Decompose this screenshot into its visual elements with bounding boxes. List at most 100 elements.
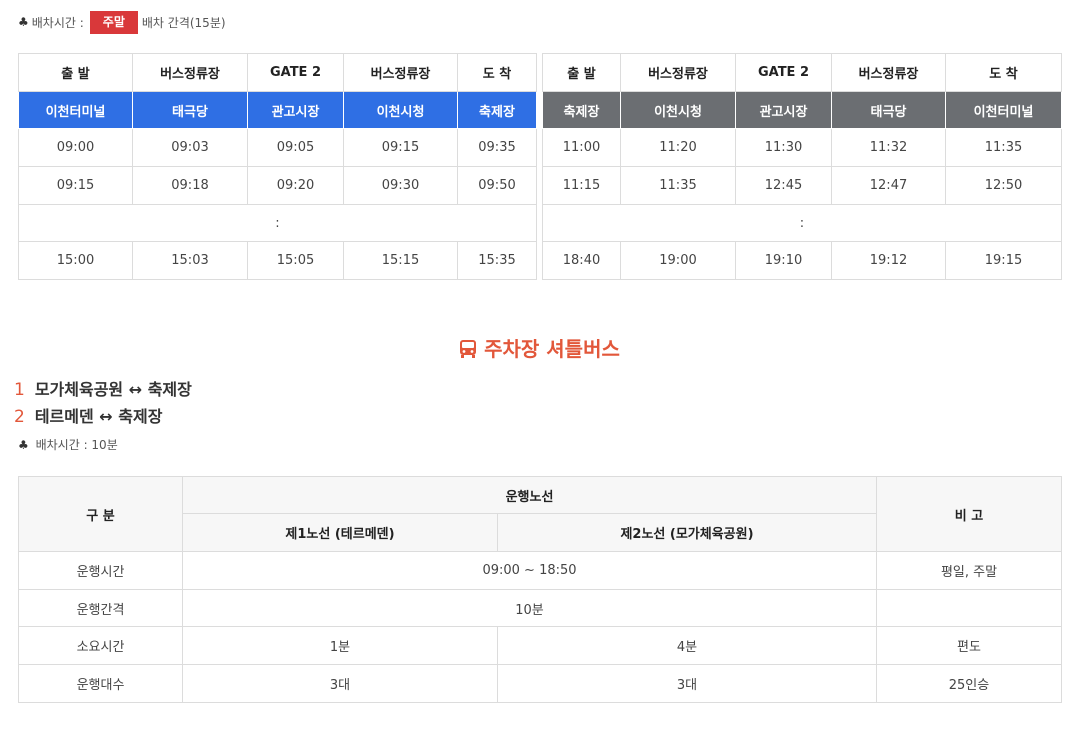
shuttle-table: 구 분 운행노선 비 고 제1노선 (테르메덴) 제2노선 (모가체육공원) 운…	[18, 476, 1062, 703]
schedule-header-row: 출 발 버스정류장 GATE 2 버스정류장 도 착	[542, 53, 1062, 92]
route-label: 모가체육공원 ↔ 축제장	[34, 380, 192, 399]
table-row: 운행간격 10분	[18, 589, 1062, 627]
dispatch-interval: 배차 간격(15분)	[141, 15, 226, 30]
header-cell: 버스정류장	[343, 53, 458, 92]
time-cell: 19:15	[945, 241, 1062, 280]
stop-cell: 이천터미널	[18, 91, 133, 129]
note-cell: 25인승	[876, 664, 1062, 703]
time-cell: 15:05	[247, 241, 344, 280]
route-group-header: 운행노선	[182, 476, 877, 514]
route-label: 테르메덴 ↔ 축제장	[34, 407, 163, 426]
time-row: 11:15 11:35 12:45 12:47 12:50	[542, 166, 1062, 205]
header-cell: 출 발	[18, 53, 133, 92]
route1-cell: 3대	[182, 664, 498, 703]
time-cell: 09:15	[343, 128, 458, 167]
route-number: 1	[14, 380, 25, 400]
note-cell: 평일, 주말	[876, 551, 1062, 590]
row-label: 운행대수	[18, 664, 183, 703]
time-cell: 09:15	[18, 166, 133, 205]
header-cell: 출 발	[542, 53, 621, 92]
time-cell: 15:35	[457, 241, 537, 280]
time-cell: 09:30	[343, 166, 458, 205]
time-cell: 19:00	[620, 241, 736, 280]
dispatch-label: 배차시간 :	[31, 15, 84, 30]
header-cell: 도 착	[457, 53, 537, 92]
note-header: 비 고	[876, 476, 1062, 552]
time-cell: 18:40	[542, 241, 621, 280]
time-row: 15:00 15:03 15:05 15:15 15:35	[18, 241, 537, 280]
header-cell: 도 착	[945, 53, 1062, 92]
bus-icon	[460, 340, 477, 358]
stop-cell: 이천시청	[620, 91, 736, 129]
shuttle-interval: ♣ 배차시간 : 10분	[18, 436, 118, 453]
note-cell	[876, 589, 1062, 627]
stop-cell: 축제장	[542, 91, 621, 129]
stop-cell: 태극당	[831, 91, 946, 129]
table-row: 운행대수 3대 3대 25인승	[18, 664, 1062, 703]
time-cell: 11:35	[945, 128, 1062, 167]
row-label: 소요시간	[18, 626, 183, 665]
time-cell: 11:32	[831, 128, 946, 167]
row-label: 운행시간	[18, 551, 183, 590]
time-cell: 12:50	[945, 166, 1062, 205]
route2-header: 제2노선 (모가체육공원)	[497, 513, 877, 552]
stop-cell: 관고시장	[735, 91, 832, 129]
stop-row: 축제장 이천시청 관고시장 태극당 이천터미널	[542, 91, 1062, 129]
time-cell: 19:10	[735, 241, 832, 280]
header-cell: 버스정류장	[132, 53, 248, 92]
header-cell: 버스정류장	[620, 53, 736, 92]
header-cell: 버스정류장	[831, 53, 946, 92]
schedule-table-outbound: 출 발 버스정류장 GATE 2 버스정류장 도 착 이천터미널 태극당 관고시…	[18, 53, 537, 280]
stop-cell: 태극당	[132, 91, 248, 129]
schedule-header-row: 출 발 버스정류장 GATE 2 버스정류장 도 착	[18, 53, 537, 92]
shuttle-section-title: 주차장 셔틀버스	[0, 333, 1078, 362]
time-row: 09:00 09:03 09:05 09:15 09:35	[18, 128, 537, 167]
time-cell: 11:15	[542, 166, 621, 205]
category-header: 구 분	[18, 476, 183, 552]
club-icon: ♣	[18, 438, 29, 452]
time-cell: 09:00	[18, 128, 133, 167]
dispatch-info: ♣ 배차시간 : 주말 배차 간격(15분)	[18, 10, 226, 34]
route-number: 2	[14, 407, 25, 427]
table-row: 운행시간 09:00 ~ 18:50 평일, 주말	[18, 551, 1062, 590]
route-item: 1 모가체육공원 ↔ 축제장	[14, 376, 192, 400]
route-item: 2 테르메덴 ↔ 축제장	[14, 403, 162, 427]
table-row: 소요시간 1분 4분 편도	[18, 626, 1062, 665]
header-cell: GATE 2	[247, 53, 344, 92]
time-cell: 09:05	[247, 128, 344, 167]
route2-cell: 4분	[497, 626, 877, 665]
row-label: 운행간격	[18, 589, 183, 627]
stop-row: 이천터미널 태극당 관고시장 이천시청 축제장	[18, 91, 537, 129]
time-cell: 15:00	[18, 241, 133, 280]
stop-cell: 이천시청	[343, 91, 458, 129]
header-cell: GATE 2	[735, 53, 832, 92]
time-cell: 11:30	[735, 128, 832, 167]
time-cell: 12:45	[735, 166, 832, 205]
ellipsis-row: :	[542, 204, 1062, 242]
time-cell: 12:47	[831, 166, 946, 205]
time-cell: 11:00	[542, 128, 621, 167]
time-row: 09:15 09:18 09:20 09:30 09:50	[18, 166, 537, 205]
ellipsis-row: :	[18, 204, 537, 242]
time-cell: 09:03	[132, 128, 248, 167]
time-row: 18:40 19:00 19:10 19:12 19:15	[542, 241, 1062, 280]
note-cell: 편도	[876, 626, 1062, 665]
merged-cell: 09:00 ~ 18:50	[182, 551, 877, 590]
time-cell: 09:18	[132, 166, 248, 205]
shuttle-header-row: 구 분 운행노선 비 고	[18, 476, 1062, 552]
stop-cell: 축제장	[457, 91, 537, 129]
ellipsis-cell: :	[542, 204, 1062, 242]
shuttle-interval-text: 배차시간 : 10분	[35, 438, 118, 452]
time-cell: 09:20	[247, 166, 344, 205]
time-cell: 09:50	[457, 166, 537, 205]
merged-cell: 10분	[182, 589, 877, 627]
time-cell: 11:20	[620, 128, 736, 167]
time-cell: 15:03	[132, 241, 248, 280]
time-cell: 19:12	[831, 241, 946, 280]
time-cell: 09:35	[457, 128, 537, 167]
shuttle-title-text: 주차장 셔틀버스	[484, 337, 620, 361]
time-cell: 11:35	[620, 166, 736, 205]
time-row: 11:00 11:20 11:30 11:32 11:35	[542, 128, 1062, 167]
route1-header: 제1노선 (테르메덴)	[182, 513, 498, 552]
weekend-badge: 주말	[89, 10, 138, 34]
